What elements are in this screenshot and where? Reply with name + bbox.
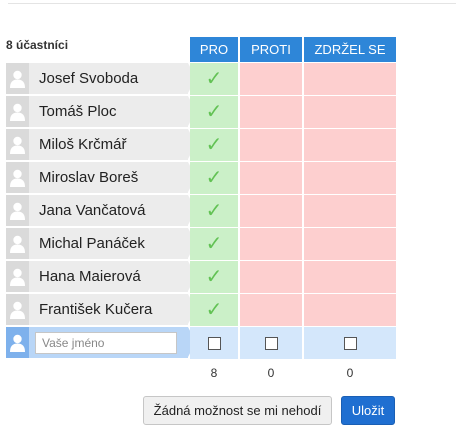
vote-cell-pro: ✓	[190, 162, 238, 194]
total-proti: 0	[267, 366, 275, 380]
user-icon	[10, 235, 25, 253]
user-icon	[10, 70, 25, 88]
vote-cell-proti	[240, 261, 302, 293]
participant-name: Hana Maierová	[29, 261, 196, 292]
checkmark-icon: ✓	[205, 266, 223, 288]
column-header-zdrzel-se: ZDRŽEL SE	[304, 37, 396, 62]
checkmark-icon: ✓	[205, 200, 223, 222]
name-input-wrapper	[29, 327, 196, 358]
vote-cell-pro: ✓	[190, 195, 238, 227]
avatar	[6, 261, 29, 292]
participant-row: František Kučera ✓	[6, 294, 396, 326]
avatar	[6, 129, 29, 160]
vote-cell-pro: ✓	[190, 63, 238, 95]
checkmark-icon: ✓	[205, 101, 223, 123]
participant-name: Michal Panáček	[29, 228, 196, 259]
participant-cell: Tomáš Ploc	[6, 96, 196, 127]
new-participant-row	[6, 327, 396, 359]
vote-cell-zdrzel-se	[304, 228, 396, 260]
total-pro: 8	[210, 366, 218, 380]
vote-cell-proti	[240, 195, 302, 227]
vote-cell-zdrzel-se	[304, 96, 396, 128]
user-icon	[10, 136, 25, 154]
participant-row: Josef Svoboda ✓	[6, 63, 396, 95]
vote-cell-proti	[240, 294, 302, 326]
checkmark-icon: ✓	[205, 68, 223, 90]
vote-cell-pro: ✓	[190, 96, 238, 128]
avatar	[6, 162, 29, 193]
save-button[interactable]: Uložit	[341, 396, 395, 425]
participant-cell: Josef Svoboda	[6, 63, 196, 94]
vote-cell-zdrzel-se	[304, 63, 396, 95]
name-input[interactable]	[35, 331, 177, 354]
checkmark-icon: ✓	[205, 167, 223, 189]
top-divider	[8, 3, 456, 4]
participant-cell: Miloš Krčmář	[6, 129, 196, 160]
no-option-fits-button[interactable]: Žádná možnost se mi nehodí	[143, 396, 332, 425]
total-zdrzel-se: 0	[346, 366, 354, 380]
vote-cell-pro: ✓	[190, 261, 238, 293]
participant-name: Miloš Krčmář	[29, 129, 196, 160]
participant-row: Miloš Krčmář ✓	[6, 129, 396, 161]
participant-cell: Jana Vančatová	[6, 195, 196, 226]
column-header-proti: PROTI	[240, 37, 302, 62]
user-icon	[10, 202, 25, 220]
participant-cell: Michal Panáček	[6, 228, 196, 259]
checkmark-icon: ✓	[205, 134, 223, 156]
avatar	[6, 228, 29, 259]
checkbox-pro[interactable]	[207, 336, 221, 350]
participant-name: Jana Vančatová	[29, 195, 196, 226]
vote-cell-pro[interactable]	[190, 327, 238, 359]
participants-count: 8 účastníci	[6, 38, 69, 52]
avatar	[6, 96, 29, 127]
avatar	[6, 294, 29, 325]
participant-name: František Kučera	[29, 294, 196, 325]
vote-cell-proti	[240, 228, 302, 260]
participant-row: Michal Panáček ✓	[6, 228, 396, 260]
participant-name: Josef Svoboda	[29, 63, 196, 94]
checkbox-proti[interactable]	[264, 336, 278, 350]
user-icon	[10, 334, 25, 352]
vote-cell-proti[interactable]	[240, 327, 302, 359]
column-header-pro: PRO	[190, 37, 238, 62]
vote-cell-zdrzel-se	[304, 294, 396, 326]
user-icon	[10, 268, 25, 286]
participant-name: Tomáš Ploc	[29, 96, 196, 127]
vote-cell-zdrzel-se[interactable]	[304, 327, 396, 359]
vote-cell-pro: ✓	[190, 129, 238, 161]
vote-cell-zdrzel-se	[304, 261, 396, 293]
vote-cell-zdrzel-se	[304, 195, 396, 227]
participant-row: Tomáš Ploc ✓	[6, 96, 396, 128]
participant-name: Miroslav Boreš	[29, 162, 196, 193]
participant-row: Miroslav Boreš ✓	[6, 162, 396, 194]
participant-row: Hana Maierová ✓	[6, 261, 396, 293]
participant-cell: Miroslav Boreš	[6, 162, 196, 193]
checkmark-icon: ✓	[205, 233, 223, 255]
participant-row: Jana Vančatová ✓	[6, 195, 396, 227]
avatar	[6, 63, 29, 94]
vote-cell-pro: ✓	[190, 228, 238, 260]
checkbox-zdrzel-se[interactable]	[343, 336, 357, 350]
user-icon	[10, 103, 25, 121]
participant-cell: Hana Maierová	[6, 261, 196, 292]
vote-cell-zdrzel-se	[304, 129, 396, 161]
checkmark-icon: ✓	[205, 299, 223, 321]
vote-cell-zdrzel-se	[304, 162, 396, 194]
user-icon	[10, 301, 25, 319]
user-icon	[10, 169, 25, 187]
new-participant-cell	[6, 327, 196, 358]
vote-cell-proti	[240, 129, 302, 161]
vote-cell-pro: ✓	[190, 294, 238, 326]
vote-cell-proti	[240, 162, 302, 194]
vote-cell-proti	[240, 63, 302, 95]
avatar	[6, 195, 29, 226]
vote-cell-proti	[240, 96, 302, 128]
avatar	[6, 327, 29, 358]
participant-cell: František Kučera	[6, 294, 196, 325]
